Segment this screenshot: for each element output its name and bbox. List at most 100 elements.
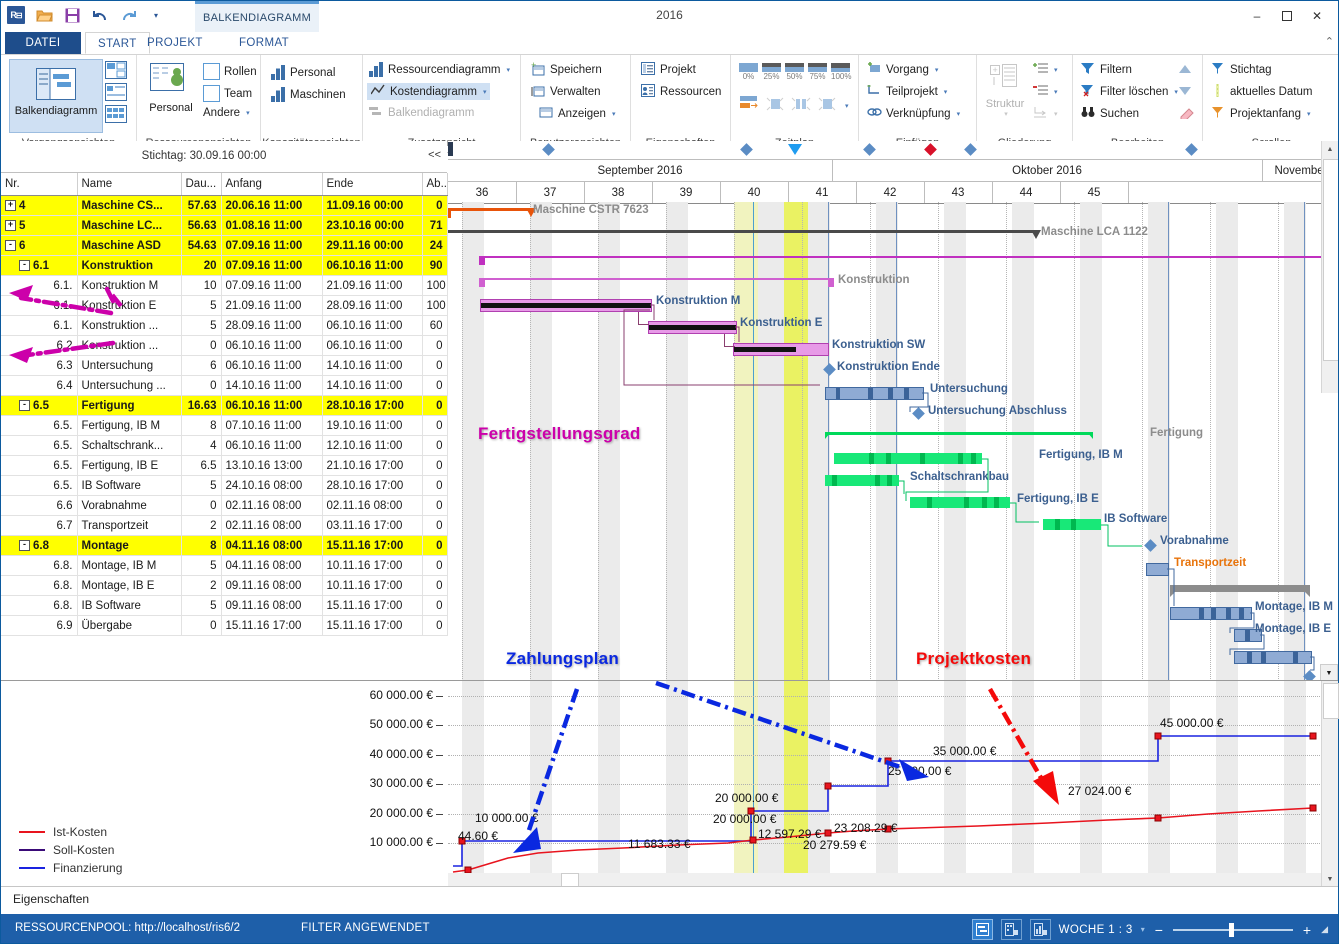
projektanfang-button[interactable]: Projektanfang ▾ xyxy=(1211,106,1310,121)
outline-collapse-button[interactable]: ▾ xyxy=(1033,84,1058,100)
chevron-down-icon[interactable]: ▾ xyxy=(1054,88,1058,96)
properties-bar[interactable]: Eigenschaften xyxy=(1,886,1338,914)
verwalten-button[interactable]: Verwalten xyxy=(531,84,601,99)
row-twisty[interactable]: + xyxy=(5,199,16,211)
schedule-indent-icon[interactable] xyxy=(739,95,759,116)
speichern-button[interactable]: + Speichern xyxy=(531,60,602,77)
ribbon-collapse-icon[interactable]: ⌃ xyxy=(1325,35,1334,48)
horizontal-scrollbar[interactable] xyxy=(448,873,1322,888)
progress-0-button[interactable]: 0% xyxy=(739,63,758,81)
filter-loeschen-button[interactable]: Filter löschen ▾ xyxy=(1081,84,1178,99)
team-button[interactable]: Team xyxy=(203,85,252,102)
close-button[interactable]: ✕ xyxy=(1302,5,1332,27)
col-ende[interactable]: Ende xyxy=(322,173,423,196)
scroll-down-arrow-icon[interactable]: ▼ xyxy=(1322,871,1338,887)
milestone-untersuchung-abschluss[interactable] xyxy=(912,407,925,420)
maschinen-button[interactable]: Maschinen xyxy=(271,87,346,102)
table-row[interactable]: 6.5. Fertigung, IB M 8 07.10.16 11:00 19.10.… xyxy=(1,415,448,436)
level-icon-2[interactable] xyxy=(791,95,811,116)
col-ab[interactable]: Ab... xyxy=(422,173,450,196)
form-view-icon[interactable] xyxy=(105,83,127,104)
zoom-out-button[interactable]: − xyxy=(1153,922,1165,938)
col-name[interactable]: Name xyxy=(77,173,182,196)
bar-maschine-cstr[interactable] xyxy=(448,208,531,211)
level-icon-3[interactable] xyxy=(817,95,837,116)
bar-maschine-lca[interactable] xyxy=(448,230,1036,233)
table-row[interactable]: 6.5. Fertigung, IB E 6.5 13.10.16 13:00 21.1… xyxy=(1,455,448,476)
scroll-down-icon[interactable] xyxy=(1178,85,1192,99)
table-view-icon[interactable] xyxy=(105,105,127,126)
ressourcen-properties-button[interactable]: Ressourcen xyxy=(641,84,721,99)
progress-25-button[interactable]: 25% xyxy=(762,63,781,81)
eraser-icon[interactable] xyxy=(1177,107,1194,122)
tab-format[interactable]: FORMAT xyxy=(227,32,301,54)
timeline-diamond[interactable] xyxy=(1185,143,1198,156)
table-row[interactable]: 6.4 Untersuchung ... 0 14.10.16 11:00 14.10.… xyxy=(1,375,448,396)
vorgang-button[interactable]: Vorgang ▾ xyxy=(867,62,938,77)
table-row[interactable]: +4 Maschine CS... 57.63 20.06.16 11:00 11.09… xyxy=(1,195,448,216)
projekt-properties-button[interactable]: Projekt xyxy=(641,62,696,77)
zoom-caret-icon[interactable]: ▾ xyxy=(1141,925,1145,934)
stichtag-button[interactable]: Stichtag xyxy=(1211,62,1272,77)
bar-ib-software-fertigung[interactable] xyxy=(1043,519,1101,530)
view-gantt-icon[interactable] xyxy=(971,919,993,940)
table-row[interactable]: +5 Maschine LC... 56.63 01.08.16 11:00 23.10… xyxy=(1,215,448,236)
chevron-down-icon[interactable]: ▾ xyxy=(507,66,511,74)
timeline-diamond[interactable] xyxy=(740,143,753,156)
table-row[interactable]: -6 Maschine ASD 54.63 07.09.16 11:00 29.11.1… xyxy=(1,235,448,256)
row-twisty[interactable]: + xyxy=(5,219,16,231)
row-twisty[interactable]: - xyxy=(19,539,30,551)
chevron-down-icon[interactable]: ▾ xyxy=(944,88,948,96)
bar-konstruktion-m[interactable] xyxy=(480,299,652,312)
kostendiagramm-button[interactable]: Kostendiagramm ▾ xyxy=(367,83,491,100)
zoom-slider[interactable] xyxy=(1172,922,1293,937)
bar-fertigung-summary[interactable] xyxy=(825,432,1093,435)
zoom-level-label[interactable]: WOCHE 1 : 3 xyxy=(1059,924,1133,936)
chevron-down-icon[interactable]: ▾ xyxy=(612,110,616,118)
verknuepfung-button[interactable]: Verknüpfung ▾ xyxy=(867,106,960,121)
progress-100-button[interactable]: 100% xyxy=(831,63,851,81)
table-row[interactable]: 6.7 Transportzeit 2 02.11.16 08:00 03.11.16 … xyxy=(1,515,448,536)
table-row[interactable]: 6.5. Schaltschrank... 4 06.10.16 11:00 12.10… xyxy=(1,435,448,456)
resize-grip-icon[interactable]: ◢ xyxy=(1321,924,1328,935)
timeline-current-marker-icon[interactable] xyxy=(788,144,802,155)
chevron-down-icon[interactable]: ▾ xyxy=(845,102,849,110)
personal-view-button[interactable]: Personal xyxy=(141,63,201,114)
network-view-icon[interactable] xyxy=(105,61,127,82)
table-row[interactable]: 6.1. Konstruktion M 10 07.09.16 11:00 21.09.… xyxy=(1,275,448,296)
table-row[interactable]: -6.8 Montage 8 04.11.16 08:00 15.11.16 17:00… xyxy=(1,535,448,556)
table-row[interactable]: 6.1. Konstruktion E 5 21.09.16 11:00 28.09.1… xyxy=(1,295,448,316)
bar-konstruktion-sw[interactable] xyxy=(733,343,829,356)
bar-untersuchung[interactable] xyxy=(825,387,924,400)
level-icon-1[interactable] xyxy=(765,95,785,116)
bar-konstruktion-summary[interactable] xyxy=(479,278,834,280)
suchen-button[interactable]: Suchen xyxy=(1081,106,1139,121)
chevron-down-icon[interactable]: ▾ xyxy=(1307,110,1311,118)
bar-fertigung-ib-m[interactable] xyxy=(834,453,982,464)
scroll-up-arrow-icon[interactable]: ▲ xyxy=(1322,141,1338,157)
maximize-button[interactable] xyxy=(1272,5,1302,27)
minimize-button[interactable]: – xyxy=(1242,5,1272,27)
chevron-down-icon[interactable]: ▾ xyxy=(1054,66,1058,74)
col-anfang[interactable]: Anfang xyxy=(221,173,323,196)
tab-projekt[interactable]: PROJEKT xyxy=(135,32,215,54)
view-network-icon[interactable] xyxy=(1000,919,1022,940)
table-row[interactable]: 6.3 Untersuchung 6 06.10.16 11:00 14.10.16 1… xyxy=(1,355,448,376)
filtern-button[interactable]: Filtern xyxy=(1081,62,1132,77)
bar-schaltschrankbau[interactable] xyxy=(825,475,899,486)
row-twisty[interactable]: - xyxy=(5,239,16,251)
bar-maschine-asd[interactable] xyxy=(479,256,1338,258)
tab-datei[interactable]: DATEI xyxy=(5,32,81,54)
table-row[interactable]: 6.5. IB Software 5 24.10.16 08:00 28.10.16 1… xyxy=(1,475,448,496)
table-row[interactable]: 6.9 Übergabe 0 15.11.16 17:00 15.11.16 17:00… xyxy=(1,615,448,636)
outline-expand-button[interactable]: ▾ xyxy=(1033,62,1058,78)
chevron-down-icon[interactable]: ▾ xyxy=(246,109,250,117)
anzeigen-button[interactable]: Anzeigen ▾ xyxy=(539,106,615,121)
table-row[interactable]: 6.6 Vorabnahme 0 02.11.16 08:00 02.11.16 08:… xyxy=(1,495,448,516)
bar-transportzeit[interactable] xyxy=(1146,563,1169,576)
scroll-up-icon[interactable] xyxy=(1178,63,1192,77)
bar-montage-summary[interactable] xyxy=(1170,585,1310,592)
balkendiagramm-button[interactable]: Balkendiagramm xyxy=(9,59,103,133)
view-chart-icon[interactable] xyxy=(1029,919,1051,940)
col-nr[interactable]: Nr. xyxy=(1,173,78,196)
